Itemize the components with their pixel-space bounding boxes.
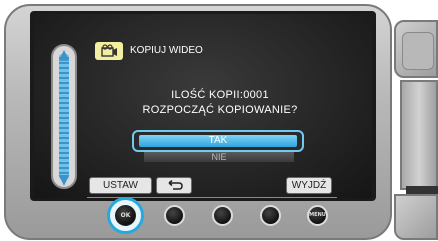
- copy-count-text: ILOŚĆ KOPII:0001: [171, 89, 269, 101]
- hinge-slot: [406, 186, 438, 194]
- hinge-top: [394, 20, 438, 78]
- slider-down-arrow-icon[interactable]: ▼: [53, 173, 75, 187]
- function-button-4[interactable]: [260, 205, 281, 226]
- hinge-bottom: [394, 194, 438, 240]
- menu-button-label: MENU: [309, 212, 326, 218]
- dialog-title: KOPIUJ WIDEO: [130, 45, 203, 56]
- function-button-2[interactable]: [164, 205, 185, 226]
- option-no-button[interactable]: NIE: [144, 152, 294, 162]
- option-yes-label: TAK: [139, 135, 297, 147]
- back-button[interactable]: [156, 177, 192, 194]
- video-camera-icon: [95, 42, 123, 60]
- function-button-3[interactable]: [212, 205, 233, 226]
- hinge-top-recess: [402, 32, 434, 70]
- menu-button[interactable]: MENU: [307, 205, 328, 226]
- confirm-question-text: ROZPOCZĄĆ KOPIOWANIE?: [142, 104, 298, 116]
- hinge-middle: [400, 80, 438, 194]
- slider-up-arrow-icon[interactable]: ▲: [53, 48, 75, 62]
- touch-slider[interactable]: [51, 44, 77, 189]
- slider-track[interactable]: [59, 54, 69, 179]
- ok-button[interactable]: OK: [115, 205, 136, 226]
- exit-button[interactable]: WYJDŹ: [286, 177, 332, 194]
- return-arrow-icon: [168, 179, 183, 190]
- option-yes-button[interactable]: TAK: [132, 130, 304, 152]
- set-button[interactable]: USTAW: [89, 177, 152, 194]
